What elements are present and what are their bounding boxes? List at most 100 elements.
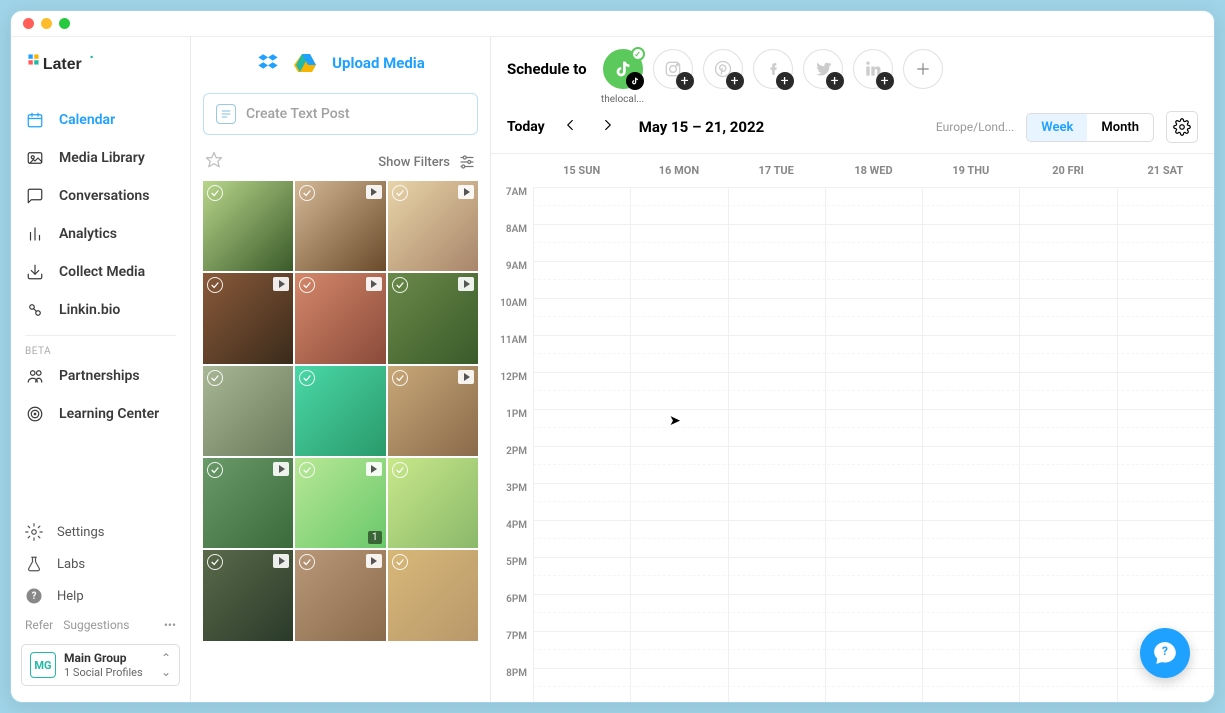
chat-icon	[25, 186, 45, 206]
calendar-grid[interactable]: 7AM8AM9AM10AM11AM12PM1PM2PM3PM4PM5PM6PM7…	[491, 187, 1214, 702]
media-thumb[interactable]	[295, 181, 385, 271]
media-thumb[interactable]	[388, 273, 478, 363]
maximize-window-icon[interactable]	[59, 18, 70, 29]
time-label: 8AM	[491, 224, 533, 261]
text-post-icon	[216, 104, 236, 124]
timezone-label[interactable]: Europe/Lond...	[936, 120, 1014, 134]
media-thumb[interactable]	[295, 273, 385, 363]
media-thumb[interactable]	[388, 181, 478, 271]
select-check-icon	[392, 185, 408, 201]
today-button[interactable]: Today	[507, 119, 545, 135]
time-label: 8PM	[491, 668, 533, 702]
question-icon: ?	[25, 587, 43, 605]
titlebar	[11, 11, 1214, 37]
select-check-icon	[392, 277, 408, 293]
group-subtitle: 1 Social Profiles	[64, 666, 143, 679]
day-header: 17 TUE	[728, 154, 825, 187]
nav-learning-center[interactable]: Learning Center	[11, 395, 190, 433]
social-instagram[interactable]: +	[653, 49, 693, 89]
social-pinterest[interactable]: +	[703, 49, 743, 89]
suggestions-link[interactable]: Suggestions	[63, 618, 129, 632]
target-icon	[25, 404, 45, 424]
help-chat-button[interactable]: ?	[1140, 628, 1190, 678]
show-filters-button[interactable]: Show Filters	[378, 153, 476, 171]
nav-settings[interactable]: Settings	[11, 516, 190, 548]
media-panel: Upload Media Create Text Post Show Filte…	[191, 37, 491, 702]
media-thumb[interactable]	[295, 366, 385, 456]
download-icon	[25, 262, 45, 282]
nav-help[interactable]: ?Help	[11, 580, 190, 612]
group-badge: MG	[30, 652, 56, 678]
day-header: 16 MON	[630, 154, 727, 187]
svg-text:Later: Later	[43, 56, 82, 73]
day-header: 15 SUN	[533, 154, 630, 187]
nav-calendar[interactable]: Calendar	[11, 101, 190, 139]
media-thumb[interactable]	[203, 273, 293, 363]
check-badge-icon	[631, 47, 645, 61]
flask-icon	[25, 555, 43, 573]
video-icon	[458, 185, 474, 199]
time-label: 10AM	[491, 298, 533, 335]
media-thumb[interactable]	[203, 366, 293, 456]
media-thumb[interactable]	[295, 550, 385, 640]
close-window-icon[interactable]	[23, 18, 34, 29]
social-twitter[interactable]: +	[803, 49, 843, 89]
nav-linkin-bio[interactable]: Linkin.bio	[11, 291, 190, 329]
refer-link[interactable]: Refer	[25, 618, 53, 632]
nav-conversations[interactable]: Conversations	[11, 177, 190, 215]
select-check-icon	[392, 370, 408, 386]
social-facebook[interactable]: +	[753, 49, 793, 89]
social-tiktok[interactable]: thelocal...	[603, 49, 643, 89]
day-header: 18 WED	[825, 154, 922, 187]
bar-chart-icon	[25, 224, 45, 244]
schedule-to-label: Schedule to	[507, 60, 587, 78]
time-label: 7AM	[491, 187, 533, 224]
add-social-button[interactable]	[903, 49, 943, 89]
chevron-updown-icon: ⌃⌄	[161, 651, 171, 679]
nav-labs[interactable]: Labs	[11, 548, 190, 580]
media-thumb[interactable]	[203, 550, 293, 640]
minimize-window-icon[interactable]	[41, 18, 52, 29]
prev-week-button[interactable]	[557, 112, 583, 142]
cursor-icon: ➤	[669, 413, 681, 429]
media-thumb[interactable]	[203, 181, 293, 271]
media-thumb[interactable]	[203, 458, 293, 548]
nav-media-library[interactable]: Media Library	[11, 139, 190, 177]
nav-collect-media[interactable]: Collect Media	[11, 253, 190, 291]
day-header: 19 THU	[922, 154, 1019, 187]
media-thumb[interactable]	[388, 458, 478, 548]
nav-analytics[interactable]: Analytics	[11, 215, 190, 253]
dropbox-icon[interactable]	[256, 51, 280, 75]
star-icon[interactable]	[205, 151, 223, 173]
people-icon	[25, 366, 45, 386]
media-thumb[interactable]: 1	[295, 458, 385, 548]
time-label: 3PM	[491, 483, 533, 520]
time-label: 9AM	[491, 261, 533, 298]
more-icon[interactable]: •••	[164, 618, 176, 632]
time-label: 1PM	[491, 409, 533, 446]
next-week-button[interactable]	[595, 112, 621, 142]
video-icon	[273, 277, 289, 291]
social-linkedin[interactable]: +	[853, 49, 893, 89]
month-view-button[interactable]: Month	[1087, 114, 1153, 141]
upload-media-button[interactable]: Upload Media	[332, 54, 425, 72]
nav-partnerships[interactable]: Partnerships	[11, 357, 190, 395]
video-icon	[273, 462, 289, 476]
plus-badge-icon: +	[726, 72, 744, 90]
sidebar: Later CalendarMedia LibraryConversations…	[11, 37, 191, 702]
app-window: Later CalendarMedia LibraryConversations…	[10, 10, 1215, 703]
plus-badge-icon: +	[826, 72, 844, 90]
calendar-settings-button[interactable]	[1166, 111, 1198, 143]
media-grid: 1	[203, 181, 478, 641]
google-drive-icon[interactable]	[294, 51, 318, 75]
media-thumb[interactable]	[388, 366, 478, 456]
media-thumb[interactable]	[388, 550, 478, 640]
filter-icon	[458, 153, 476, 171]
time-label: 5PM	[491, 557, 533, 594]
week-view-button[interactable]: Week	[1027, 114, 1087, 141]
create-text-post-input[interactable]: Create Text Post	[203, 93, 478, 135]
footer-links: Refer Suggestions •••	[11, 612, 190, 638]
logo: Later	[11, 47, 190, 101]
select-check-icon	[207, 370, 223, 386]
group-selector[interactable]: MG Main Group 1 Social Profiles ⌃⌄	[21, 644, 180, 686]
